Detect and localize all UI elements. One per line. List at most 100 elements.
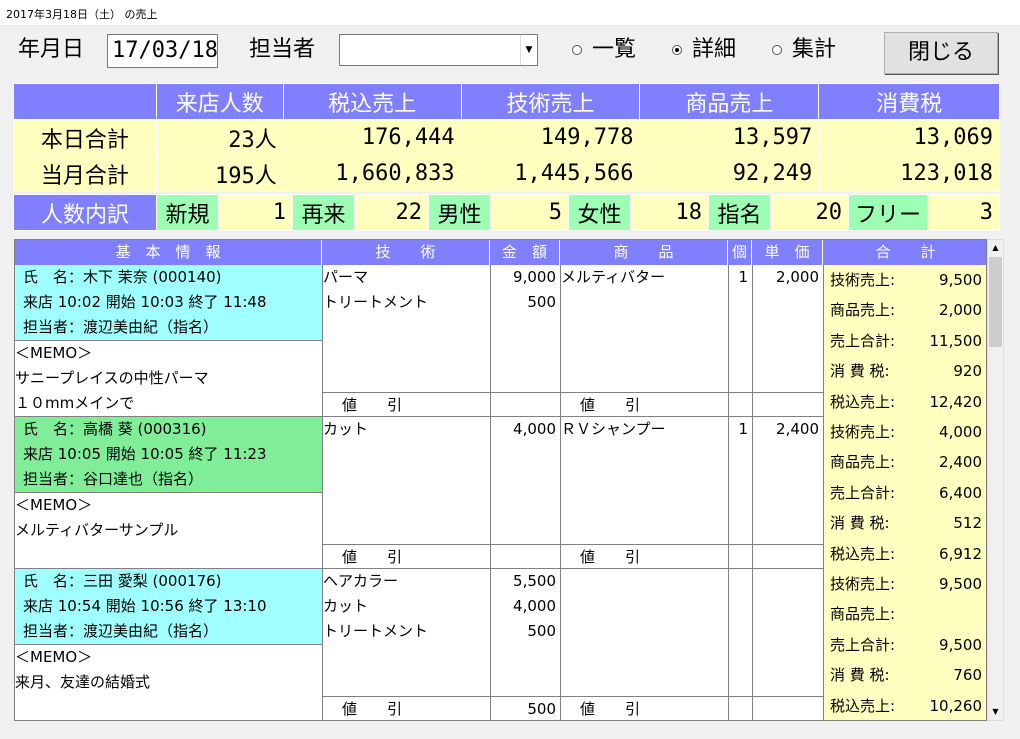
- total-value: 2,400: [939, 453, 982, 472]
- tech-amount: 500: [527, 293, 556, 311]
- tech-name: パーマ: [323, 268, 369, 286]
- tech-discount-value: 500: [490, 696, 560, 720]
- tech-amount: 4,000: [513, 420, 556, 438]
- total-line: 技術売上: 9,500: [830, 265, 982, 295]
- total-line: 消 費 税: 760: [830, 660, 982, 690]
- customer-name: 氏 名：三田 愛梨 (000176): [23, 572, 222, 590]
- goods-qty: 1: [738, 268, 748, 286]
- summary-cell: 13,069: [818, 119, 1000, 156]
- tech-discount-label: 値 引: [322, 392, 490, 417]
- scroll-up-icon[interactable]: ▲: [988, 240, 1003, 256]
- breakdown-value: 18: [630, 194, 709, 231]
- total-value: 6,400: [939, 483, 982, 502]
- summary-cell: 195人: [155, 155, 284, 192]
- total-value: 9,500: [939, 575, 982, 593]
- record-row[interactable]: 氏 名：高橋 葵 (000316) 来店 10:05 開始 10:05 終了 1…: [15, 417, 986, 569]
- radio-detail[interactable]: 詳細: [672, 34, 736, 66]
- detail-scrollbar[interactable]: ▲ ▼: [987, 239, 1004, 721]
- memo-line: ＜MEMO＞: [15, 496, 93, 514]
- summary-corner: [13, 83, 157, 120]
- summary-cell: 1,660,833: [282, 155, 462, 192]
- total-key: 税込売上:: [830, 392, 896, 411]
- total-key: 売上合計:: [830, 331, 896, 350]
- total-key: 売上合計:: [830, 635, 896, 654]
- total-key: 技術売上:: [830, 575, 896, 593]
- radio-summary[interactable]: 集計: [772, 34, 836, 66]
- breakdown-key: 指名: [708, 194, 771, 231]
- radio-summary-label: 集計: [792, 37, 837, 62]
- record-totals: 技術売上: 9,500 商品売上: 売上合計: 9,500 消 費 税: 760 税込売上: 1…: [823, 569, 986, 720]
- chevron-down-icon[interactable]: ▼: [520, 35, 537, 65]
- summary-cell: 176,444: [282, 119, 462, 156]
- total-line: 商品売上: 2,000: [830, 295, 982, 325]
- scroll-down-icon[interactable]: ▼: [988, 704, 1003, 720]
- memo-box: ＜MEMO＞ メルティバターサンプル: [15, 493, 322, 569]
- record-row[interactable]: 氏 名：木下 茉奈 (000140) 来店 10:02 開始 10:03 終了 …: [15, 265, 986, 417]
- tech-amount: 500: [527, 622, 556, 640]
- goods-price: 2,000: [776, 268, 819, 286]
- total-key: 税込売上:: [830, 696, 896, 715]
- visit-times: 来店 10:54 開始 10:56 終了 13:10: [23, 597, 267, 615]
- total-key: 商品売上:: [830, 301, 896, 320]
- customer-info[interactable]: 氏 名：高橋 葵 (000316) 来店 10:05 開始 10:05 終了 1…: [15, 417, 322, 493]
- tech-amount: 9,000: [513, 268, 556, 286]
- record-row[interactable]: 氏 名：三田 愛梨 (000176) 来店 10:54 開始 10:56 終了 …: [15, 569, 986, 720]
- summary-cell: 123,018: [818, 155, 1000, 192]
- scroll-thumb[interactable]: [989, 257, 1002, 347]
- detail-list[interactable]: 基 本 情 報 技 術 金 額 商 品 個 単 価 合 計 氏 名：木下 茉奈 …: [14, 239, 987, 721]
- close-button[interactable]: 閉じる: [884, 32, 998, 74]
- total-value: 9,500: [939, 271, 982, 289]
- breakdown-value: 20: [770, 194, 849, 231]
- summary-row-label: 本日合計: [13, 119, 157, 156]
- memo-box: ＜MEMO＞ サニープレイスの中性パーマ １０mmメインで: [15, 341, 322, 417]
- breakdown-value: 3: [927, 194, 1000, 231]
- radio-list[interactable]: 一覧: [572, 34, 636, 66]
- detail-header-info: 基 本 情 報: [15, 240, 322, 265]
- detail-header-amount: 金 額: [490, 240, 560, 265]
- memo-line: 来月、友達の結婚式: [15, 673, 151, 691]
- summary-table: 来店人数 税込売上 技術売上 商品売上 消費税 本日合計 23人 176,444…: [13, 83, 1000, 192]
- total-value: 4,000: [939, 423, 982, 441]
- title-bar: 2017年3月18日（土） の売上: [0, 0, 1020, 26]
- radio-detail-icon: [672, 45, 682, 55]
- tech-discount-value: [490, 544, 560, 569]
- summary-cell: 92,249: [639, 155, 820, 192]
- date-label: 年月日: [18, 37, 85, 62]
- total-line: 売上合計: 11,500: [830, 326, 982, 356]
- summary-row-label: 当月合計: [13, 155, 157, 192]
- detail-header-price: 単 価: [752, 240, 823, 265]
- summary-cell: 1,445,566: [460, 155, 641, 192]
- breakdown-key: 新規: [156, 194, 219, 231]
- detail-header-tech: 技 術: [322, 240, 490, 265]
- total-line: 消 費 税: 512: [830, 508, 982, 538]
- detail-header-total: 合 計: [823, 240, 986, 265]
- detail-header-qty: 個: [728, 240, 752, 265]
- tech-discount-value: [490, 392, 560, 417]
- customer-info[interactable]: 氏 名：三田 愛梨 (000176) 来店 10:54 開始 10:56 終了 …: [15, 569, 322, 645]
- staff-info: 担当者：渡辺美由紀（指名）: [23, 622, 219, 640]
- total-value: 920: [953, 362, 982, 381]
- total-line: 技術売上: 4,000: [830, 417, 982, 447]
- tech-amount: 5,500: [513, 572, 556, 590]
- summary-cell: 23人: [155, 119, 284, 156]
- breakdown-table: 人数内訳 新規 1 再来 22 男性 5 女性 18 指名 20 フリー 3: [13, 194, 1000, 231]
- breakdown-key: フリー: [847, 194, 929, 231]
- visit-times: 来店 10:05 開始 10:05 終了 11:23: [23, 445, 267, 463]
- customer-name: 氏 名：高橋 葵 (000316): [23, 420, 207, 438]
- memo-line: １０mmメインで: [15, 394, 135, 412]
- memo-box: ＜MEMO＞ 来月、友達の結婚式: [15, 645, 322, 720]
- record-totals: 技術売上: 4,000 商品売上: 2,400 売上合計: 6,400 消 費 税: 512 税…: [823, 417, 986, 569]
- breakdown-key: 再来: [292, 194, 355, 231]
- breakdown-value: 5: [490, 194, 569, 231]
- staff-select[interactable]: ▼: [339, 34, 538, 66]
- staff-label: 担当者: [249, 37, 316, 62]
- total-key: 技術売上:: [830, 271, 896, 289]
- customer-info[interactable]: 氏 名：木下 茉奈 (000140) 来店 10:02 開始 10:03 終了 …: [15, 265, 322, 341]
- summary-col-taxsales: 税込売上: [282, 83, 462, 120]
- memo-line: ＜MEMO＞: [15, 344, 93, 362]
- visit-times: 来店 10:02 開始 10:03 終了 11:48: [23, 293, 267, 311]
- total-line: 税込売上: 10,260: [830, 691, 982, 720]
- date-input[interactable]: 17/03/18: [107, 34, 218, 68]
- total-value: 760: [953, 666, 982, 685]
- goods-discount-value: [728, 392, 823, 417]
